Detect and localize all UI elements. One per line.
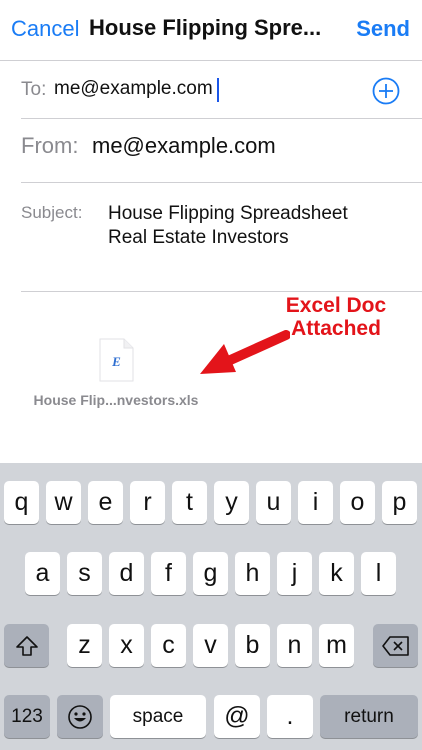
divider <box>21 118 422 119</box>
red-arrow-icon <box>200 330 290 374</box>
excel-file-icon[interactable]: E <box>99 338 134 382</box>
subject-field[interactable]: House Flipping Spreadsheet Real Estate I… <box>108 202 358 250</box>
key-u[interactable]: u <box>256 481 291 524</box>
key-y[interactable]: y <box>214 481 249 524</box>
key-f[interactable]: f <box>151 552 186 595</box>
text-cursor <box>217 78 219 102</box>
divider <box>21 182 422 183</box>
at-key[interactable]: @ <box>214 695 260 738</box>
attachment-filename: House Flip...nvestors.xls <box>33 392 199 408</box>
key-v[interactable]: v <box>193 624 228 667</box>
key-i[interactable]: i <box>298 481 333 524</box>
key-n[interactable]: n <box>277 624 312 667</box>
emoji-key[interactable] <box>57 695 103 738</box>
key-q[interactable]: q <box>4 481 39 524</box>
callout-line-1: Excel Doc <box>285 294 387 317</box>
shift-icon <box>15 635 38 656</box>
key-b[interactable]: b <box>235 624 270 667</box>
divider <box>0 60 422 61</box>
key-o[interactable]: o <box>340 481 375 524</box>
key-h[interactable]: h <box>235 552 270 595</box>
key-a[interactable]: a <box>25 552 60 595</box>
emoji-icon <box>68 704 92 729</box>
key-p[interactable]: p <box>382 481 417 524</box>
delete-key[interactable] <box>373 624 418 667</box>
return-key[interactable]: return <box>320 695 418 738</box>
key-c[interactable]: c <box>151 624 186 667</box>
key-g[interactable]: g <box>193 552 228 595</box>
file-icon-letter: E <box>111 354 121 369</box>
nav-title: House Flipping Spre... <box>89 15 322 40</box>
add-contact-icon[interactable] <box>372 77 400 105</box>
key-k[interactable]: k <box>319 552 354 595</box>
key-z[interactable]: z <box>67 624 102 667</box>
shift-key[interactable] <box>4 624 49 667</box>
excel-callout: Excel Doc Attached <box>276 294 396 340</box>
key-x[interactable]: x <box>109 624 144 667</box>
key-m[interactable]: m <box>319 624 354 667</box>
key-t[interactable]: t <box>172 481 207 524</box>
backspace-icon <box>381 635 409 656</box>
from-field[interactable]: me@example.com <box>92 133 276 159</box>
key-j[interactable]: j <box>277 552 312 595</box>
key-s[interactable]: s <box>67 552 102 595</box>
from-label: From: <box>21 133 79 158</box>
space-key[interactable]: space <box>110 695 206 738</box>
to-field[interactable]: me@example.com <box>54 78 213 100</box>
keyboard: q w e r t y u i o p a s d f g h j k l z … <box>0 463 422 750</box>
to-label: To: <box>21 79 47 100</box>
send-button[interactable]: Send <box>356 16 410 42</box>
key-l[interactable]: l <box>361 552 396 595</box>
cancel-button[interactable]: Cancel <box>11 16 79 42</box>
key-d[interactable]: d <box>109 552 144 595</box>
callout-line-2: Attached <box>291 317 381 340</box>
key-e[interactable]: e <box>88 481 123 524</box>
numbers-key[interactable]: 123 <box>4 695 50 738</box>
key-w[interactable]: w <box>46 481 81 524</box>
divider <box>21 291 422 292</box>
key-r[interactable]: r <box>130 481 165 524</box>
period-key[interactable]: . <box>267 695 313 738</box>
nav-bar: Cancel House Flipping Spre... Send <box>0 0 422 60</box>
subject-label: Subject: <box>21 203 83 222</box>
